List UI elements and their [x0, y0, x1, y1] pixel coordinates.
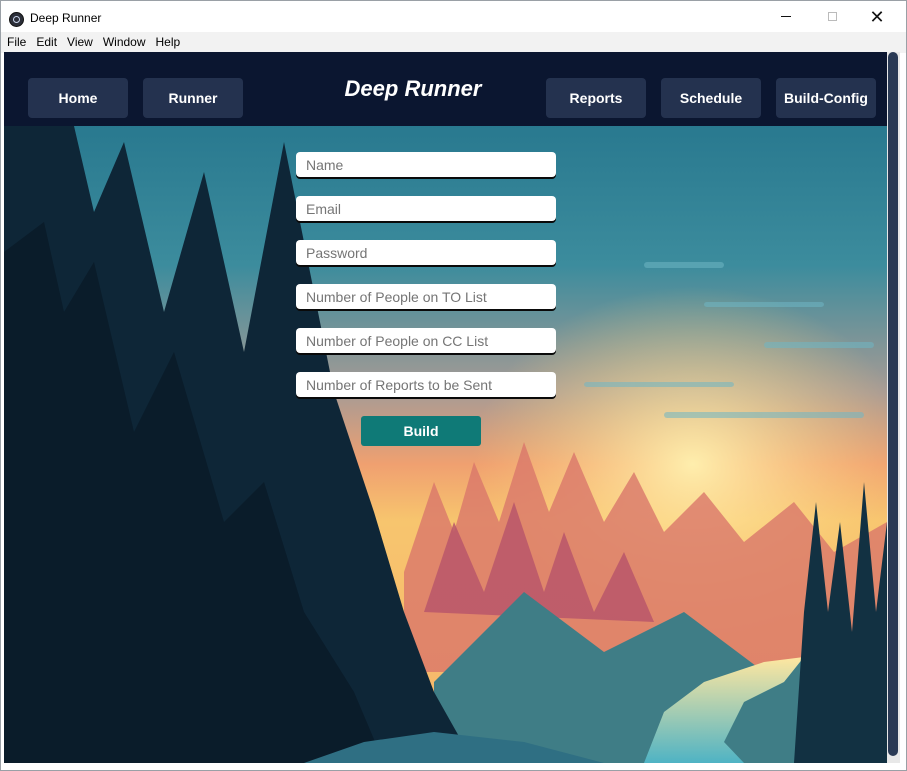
- top-nav-bar: Home Runner Deep Runner Reports Schedule…: [4, 52, 887, 126]
- maximize-icon: [827, 12, 837, 21]
- title-bar: Deep Runner ✕: [1, 1, 906, 32]
- close-button[interactable]: ✕: [854, 1, 900, 32]
- minimize-icon: [781, 16, 791, 17]
- nav-schedule-button[interactable]: Schedule: [661, 78, 761, 118]
- name-input[interactable]: [296, 152, 556, 177]
- email-input[interactable]: [296, 196, 556, 221]
- nav-home-button[interactable]: Home: [28, 78, 128, 118]
- scrollbar-thumb[interactable]: [888, 52, 898, 756]
- app-content: Home Runner Deep Runner Reports Schedule…: [4, 52, 887, 763]
- window-title: Deep Runner: [30, 11, 102, 25]
- menu-edit[interactable]: Edit: [31, 32, 62, 53]
- app-brand-title: Deep Runner: [344, 76, 482, 101]
- close-icon: ✕: [869, 6, 885, 27]
- menu-view[interactable]: View: [62, 32, 98, 53]
- nav-build-config-button[interactable]: Build-Config: [776, 78, 876, 118]
- to-list-count-input[interactable]: [296, 284, 556, 309]
- menu-bar: File Edit View Window Help: [1, 32, 906, 53]
- minimize-button[interactable]: [763, 1, 809, 32]
- password-input[interactable]: [296, 240, 556, 265]
- build-button[interactable]: Build: [361, 416, 481, 446]
- reports-count-input[interactable]: [296, 372, 556, 397]
- maximize-button[interactable]: [809, 1, 855, 32]
- cc-list-count-input[interactable]: [296, 328, 556, 353]
- electron-app-icon: [9, 12, 24, 27]
- nav-runner-button[interactable]: Runner: [143, 78, 243, 118]
- nav-reports-button[interactable]: Reports: [546, 78, 646, 118]
- menu-file[interactable]: File: [1, 32, 31, 53]
- menu-window[interactable]: Window: [98, 32, 151, 53]
- menu-help[interactable]: Help: [151, 32, 186, 53]
